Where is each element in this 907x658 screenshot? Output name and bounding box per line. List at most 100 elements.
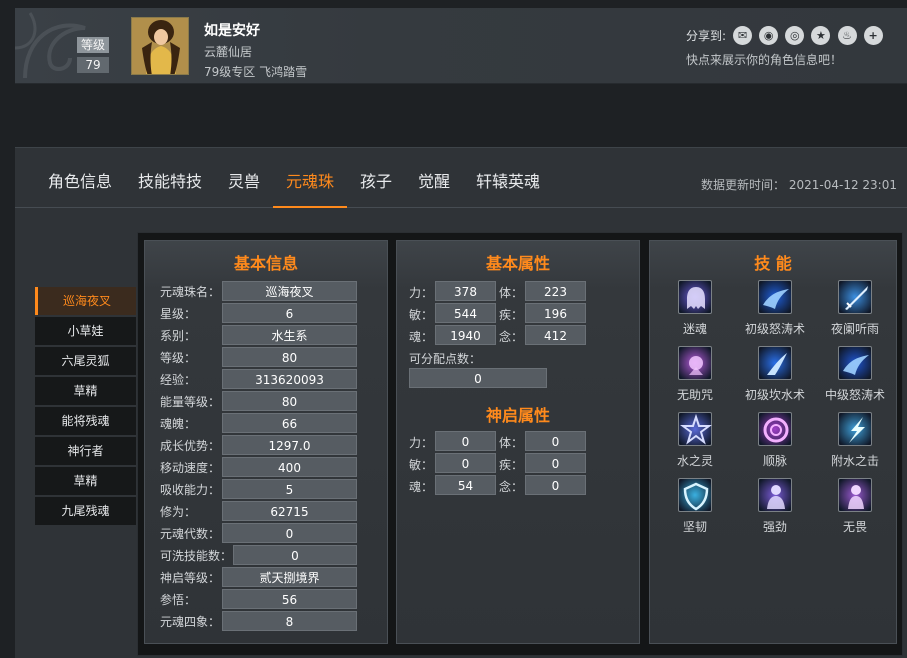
water-icon[interactable] xyxy=(758,346,792,380)
info-value: 5 xyxy=(222,479,357,499)
skill-name: 中级怒涛术 xyxy=(824,388,885,402)
info-label: 修为： xyxy=(160,505,197,519)
lightning-icon[interactable] xyxy=(838,412,872,446)
info-value: 62715 xyxy=(222,501,357,521)
share-hint: 快点来展示你的角色信息吧！ xyxy=(686,53,843,67)
tab-awakening[interactable]: 觉醒 xyxy=(418,148,450,208)
skill-name: 附水之击 xyxy=(830,454,879,468)
skill-name: 初级怒涛术 xyxy=(744,322,805,336)
skill-item[interactable]: 水之灵 xyxy=(655,412,735,469)
share-label: 分享到: xyxy=(686,29,727,43)
soul-orb-item[interactable]: 小草娃 xyxy=(35,317,136,345)
info-label: 神启等级： xyxy=(160,571,221,585)
soul-orb-item[interactable]: 草精 xyxy=(35,377,136,405)
info-row: 经验： 313620093 xyxy=(145,369,389,389)
skill-item[interactable]: 初级怒涛术 xyxy=(735,280,815,337)
stat-label: 敏： xyxy=(409,308,434,322)
stat-value: 0 xyxy=(435,431,496,451)
ghost-icon[interactable] xyxy=(678,280,712,314)
soul-orb-item[interactable]: 九尾残魂 xyxy=(35,497,136,525)
soul-orb-item[interactable]: 能将残魂 xyxy=(35,407,136,435)
info-label: 元魂代数： xyxy=(160,527,221,541)
tab-skills[interactable]: 技能特技 xyxy=(138,148,202,208)
tab-children[interactable]: 孩子 xyxy=(360,148,392,208)
swirl-icon[interactable] xyxy=(758,412,792,446)
points-value: 0 xyxy=(409,368,547,388)
info-label: 吸收能力： xyxy=(160,483,221,497)
skill-item[interactable]: 强劲 xyxy=(735,478,815,535)
stat-label: 疾： xyxy=(499,308,524,322)
plus-icon[interactable]: + xyxy=(863,26,883,45)
skill-item[interactable]: 无助咒 xyxy=(655,346,735,403)
skill-item[interactable]: 迷魂 xyxy=(655,280,735,337)
info-row: 移动速度： 400 xyxy=(145,457,389,477)
soul-orb-item[interactable]: 六尾灵狐 xyxy=(35,347,136,375)
soul-orb-item[interactable]: 草精 xyxy=(35,467,136,495)
sword-icon[interactable] xyxy=(838,280,872,314)
share-area: 分享到: ✉ ◉ ◎ ★ ♨ + xyxy=(686,25,883,45)
level-value: 79 xyxy=(77,57,109,73)
skill-item[interactable]: 坚韧 xyxy=(655,478,735,535)
weibo-icon[interactable]: ◎ xyxy=(785,26,805,45)
shield-icon[interactable] xyxy=(678,478,712,512)
info-label: 等级： xyxy=(160,351,197,365)
tab-character-info[interactable]: 角色信息 xyxy=(48,148,112,208)
skill-name: 无助咒 xyxy=(676,388,713,402)
avatar-portrait-icon xyxy=(132,18,188,74)
info-label: 成长优势： xyxy=(160,439,221,453)
profile-bar: 等级 79 如是安好 云麓仙居 79级专区 飞鸿踏雪 分享到: ✉ ◉ ◎ ★ … xyxy=(15,8,907,84)
info-label: 系别： xyxy=(160,329,197,343)
qzone-icon[interactable]: ★ xyxy=(811,26,831,45)
qq-icon[interactable]: ◉ xyxy=(759,26,779,45)
stat-value: 0 xyxy=(525,475,586,495)
level-box: 等级 79 xyxy=(77,37,109,73)
fearless-icon[interactable] xyxy=(838,478,872,512)
skills-title: 技 能 xyxy=(754,254,792,273)
curse-icon[interactable] xyxy=(678,346,712,380)
basic-attrs-title: 基本属性 xyxy=(485,254,550,273)
tab-pets[interactable]: 灵兽 xyxy=(228,148,260,208)
info-row: 吸收能力： 5 xyxy=(145,479,389,499)
update-time: 数据更新时间： 2021-04-12 23:01 xyxy=(701,178,897,192)
info-value: 313620093 xyxy=(222,369,357,389)
tab-xuanyuan-soul[interactable]: 轩辕英魂 xyxy=(476,148,540,208)
player-server: 79级专区 飞鸿踏雪 xyxy=(204,65,308,79)
info-label: 能量等级： xyxy=(160,395,221,409)
wave-icon[interactable] xyxy=(758,280,792,314)
wechat-icon[interactable]: ✉ xyxy=(733,26,753,45)
info-row: 魂魄： 66 xyxy=(145,413,389,433)
stat-label: 魂： xyxy=(409,480,434,494)
skill-item[interactable]: 夜阑听雨 xyxy=(815,280,895,337)
attributes-panel: 基本属性 力： 378 体： 223 敏： 544 疾： 196 魂： 1940… xyxy=(396,240,640,644)
player-guild: 云麓仙居 xyxy=(204,45,253,59)
basic-info-title: 基本信息 xyxy=(233,254,298,273)
skill-name: 无畏 xyxy=(842,520,867,534)
skill-item[interactable]: 无畏 xyxy=(815,478,895,535)
star-icon[interactable] xyxy=(678,412,712,446)
skill-item[interactable]: 顺脉 xyxy=(735,412,815,469)
soul-orb-item[interactable]: 巡海夜叉 xyxy=(35,287,136,315)
info-row: 修为： 62715 xyxy=(145,501,389,521)
skill-item[interactable]: 附水之击 xyxy=(815,412,895,469)
stat-value: 0 xyxy=(525,453,586,473)
info-value: 巡海夜叉 xyxy=(222,281,357,301)
skill-item[interactable]: 中级怒涛术 xyxy=(815,346,895,403)
stat-label: 力： xyxy=(409,436,434,450)
skill-name: 迷魂 xyxy=(682,322,707,336)
soul-orb-item[interactable]: 神行者 xyxy=(35,437,136,465)
avatar[interactable] xyxy=(131,17,189,75)
tieba-icon[interactable]: ♨ xyxy=(837,26,857,45)
skill-name: 坚韧 xyxy=(682,520,707,534)
skill-item[interactable]: 初级坎水术 xyxy=(735,346,815,403)
stat-label: 疾： xyxy=(499,458,524,472)
info-label: 元魂珠名： xyxy=(160,285,221,299)
info-row: 等级： 80 xyxy=(145,347,389,367)
info-row: 元魂代数： 0 xyxy=(145,523,389,543)
stat-label: 体： xyxy=(499,286,524,300)
info-value: 1297.0 xyxy=(222,435,357,455)
stat-value: 412 xyxy=(525,325,586,345)
tab-soul-orb[interactable]: 元魂珠 xyxy=(273,148,347,208)
warrior-icon[interactable] xyxy=(758,478,792,512)
wave-icon[interactable] xyxy=(838,346,872,380)
stat-label: 魂： xyxy=(409,330,434,344)
